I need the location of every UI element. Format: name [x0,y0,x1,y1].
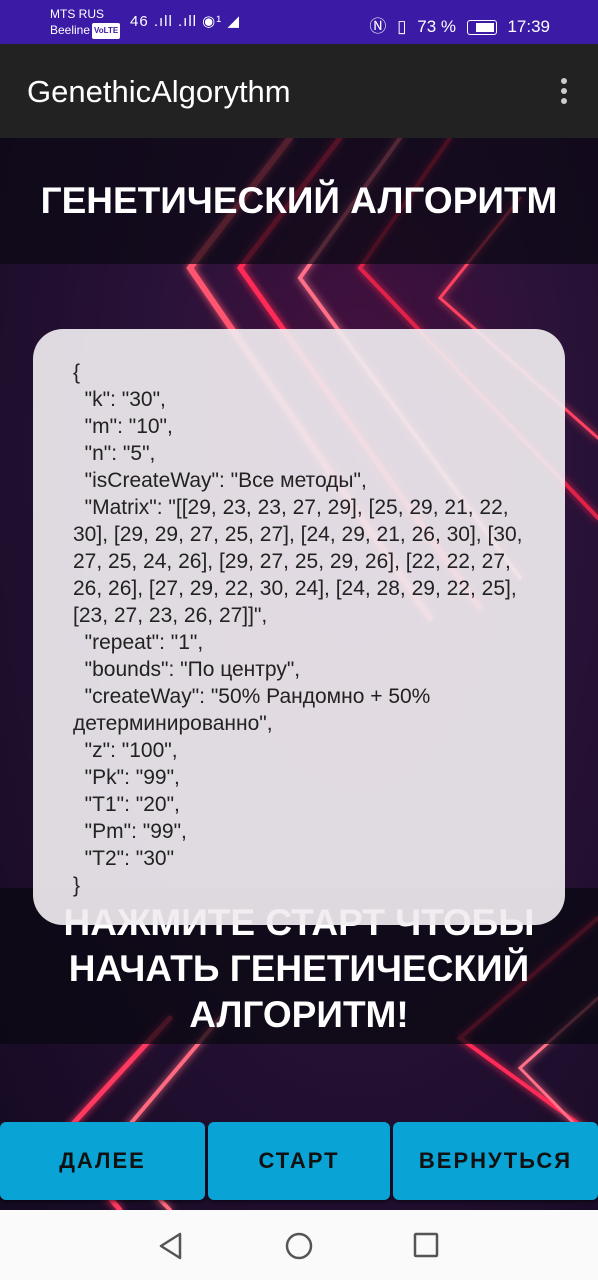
app-title: GenethicAlgorythm [27,74,291,109]
nav-recents-icon[interactable] [413,1232,439,1258]
start-button[interactable]: СТАРТ [208,1122,390,1200]
status-bar: MTS RUS Beeline VoLTE 46 .ıll .ıll ◉¹ ◢ Ⓝ… [0,0,598,44]
carrier-1: MTS RUS [50,7,104,21]
next-button[interactable]: ДАЛЕЕ [0,1122,205,1200]
nav-home-icon[interactable] [285,1232,313,1260]
back-button[interactable]: ВЕРНУТЬСЯ [393,1122,598,1200]
nav-back-icon[interactable] [158,1232,184,1260]
vibrate-icon: ▯ [397,17,407,36]
page-heading: ГЕНЕТИЧЕСКИЙ АЛГОРИТМ [40,180,558,221]
system-nav-bar [0,1210,598,1280]
carrier-info: MTS RUS Beeline VoLTE [50,6,121,39]
carrier-2: Beeline [50,23,91,37]
overflow-menu-icon[interactable] [560,78,568,106]
clock: 17:39 [507,17,550,36]
nfc-icon: Ⓝ [369,17,387,36]
parameters-json: { "k": "30", "m": "10", "n": "5", "isCre… [73,361,523,897]
status-right: Ⓝ ▯ 73 % 17:39 [363,12,550,37]
battery-percent: 73 % [417,17,456,36]
signal-icons: 46 .ıll .ıll ◉¹ ◢ [130,13,240,30]
app-bar: GenethicAlgorythm [0,44,598,138]
battery-icon [466,20,497,36]
volte-badge: VoLTE [92,22,121,39]
parameters-card: { "k": "30", "m": "10", "n": "5", "isCre… [33,329,565,925]
